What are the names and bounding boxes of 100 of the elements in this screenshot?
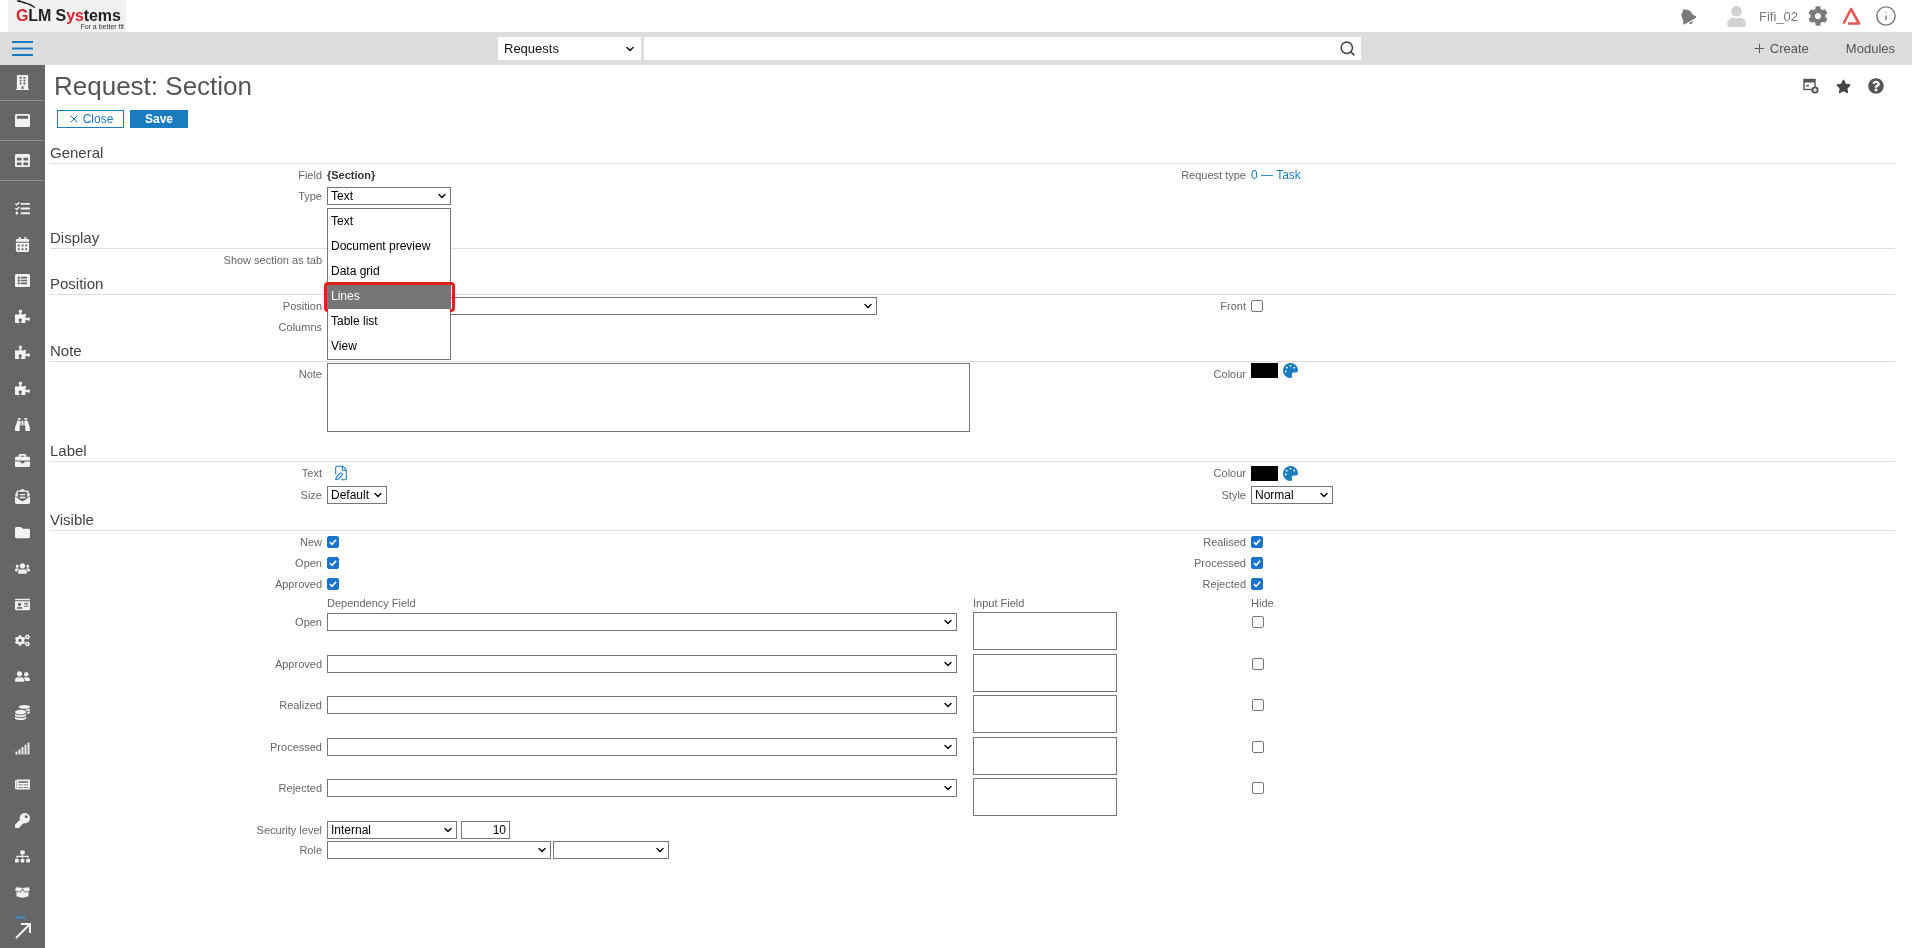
field-label: Note — [297, 368, 322, 380]
bar-chart-icon[interactable] — [15, 740, 30, 756]
logo-text: GLM Systems — [16, 8, 122, 23]
puzzle-icon[interactable] — [15, 380, 30, 396]
input-field[interactable] — [973, 653, 1117, 692]
field-label: Size — [299, 489, 322, 501]
dependency-select[interactable] — [327, 654, 957, 673]
puzzle-icon[interactable] — [15, 308, 30, 324]
input-field[interactable] — [973, 612, 1117, 650]
info-icon[interactable] — [1875, 5, 1897, 27]
star-icon[interactable] — [1836, 78, 1851, 94]
module-select[interactable]: Requests — [498, 37, 641, 60]
field-label: Style — [1220, 489, 1246, 501]
section-heading: Label — [50, 441, 1895, 462]
field-label: Field — [297, 168, 322, 181]
checkbox[interactable] — [1251, 577, 1263, 590]
field-label: Open — [294, 615, 322, 630]
envelope-icon[interactable] — [15, 488, 30, 504]
dependency-select[interactable] — [327, 779, 957, 797]
security-level-select[interactable]: Internal — [327, 820, 457, 839]
save-button[interactable]: Save — [130, 110, 188, 128]
palette-icon[interactable] — [1283, 465, 1298, 481]
calendar-icon[interactable] — [15, 236, 30, 252]
column-header: Dependency Field — [327, 597, 417, 609]
field-label: Show section as tab — [222, 253, 322, 266]
gears-icon[interactable] — [15, 632, 30, 648]
triangle-logo-icon[interactable] — [1841, 7, 1861, 25]
briefcase-icon[interactable] — [15, 452, 30, 468]
checkbox[interactable] — [1252, 616, 1264, 628]
column-header: Hide — [1251, 597, 1275, 609]
field-label: Colour — [1212, 368, 1246, 380]
search-icon[interactable] — [1339, 40, 1356, 57]
box-icon[interactable] — [15, 884, 30, 900]
checkbox[interactable] — [1252, 740, 1264, 753]
list-icon[interactable] — [15, 272, 30, 288]
checkbox[interactable] — [1251, 535, 1263, 548]
checkbox[interactable] — [327, 535, 339, 548]
size-select[interactable]: Default — [327, 486, 388, 504]
dependency-select[interactable] — [327, 613, 957, 631]
field-label: Type — [297, 189, 322, 202]
request-type-link[interactable]: 0 — Task — [1251, 167, 1301, 182]
field-label: Text — [300, 467, 322, 479]
hierarchy-icon[interactable] — [15, 848, 30, 864]
checkbox[interactable] — [327, 577, 339, 590]
dependency-select[interactable] — [327, 737, 957, 756]
role-select[interactable] — [327, 840, 551, 859]
checkbox[interactable] — [1251, 556, 1263, 569]
field-label: Realized — [278, 698, 322, 713]
style-select[interactable]: Normal — [1251, 486, 1333, 504]
checklist-icon[interactable] — [15, 200, 30, 216]
puzzle-icon[interactable] — [15, 344, 30, 360]
field-label: Approved — [273, 577, 322, 590]
role-select[interactable] — [553, 840, 669, 859]
note-textarea[interactable] — [327, 363, 970, 432]
checkbox[interactable] — [1252, 657, 1264, 670]
dependency-select[interactable] — [327, 696, 957, 714]
field-label: Position — [281, 299, 322, 312]
checkbox[interactable] — [1251, 299, 1263, 312]
palette-icon[interactable] — [1283, 363, 1298, 378]
column-header: Input Field — [973, 597, 1026, 609]
input-field[interactable] — [973, 695, 1117, 733]
modules-button[interactable]: Modules — [1845, 41, 1895, 56]
field-label: New — [299, 535, 322, 548]
document-edit-icon[interactable] — [333, 465, 349, 481]
section-heading: Visible — [50, 510, 1895, 531]
swatch-icon[interactable] — [1251, 363, 1278, 378]
type-select[interactable]: Text — [327, 186, 451, 205]
field-label: Columns — [277, 320, 322, 333]
field-label: Rejected — [1201, 577, 1246, 590]
binoculars-icon[interactable] — [15, 416, 30, 432]
menu-icon[interactable] — [12, 41, 33, 56]
number-field[interactable]: 10 — [461, 820, 510, 839]
checkbox[interactable] — [1252, 782, 1264, 794]
swatch-icon[interactable] — [1251, 465, 1278, 481]
close-button[interactable]: Close — [57, 110, 124, 128]
input-field[interactable] — [973, 736, 1117, 775]
field-label: Realised — [1202, 535, 1246, 548]
field-label: Security level — [255, 823, 322, 836]
people-icon[interactable] — [15, 668, 30, 684]
field-value: {Section} — [327, 168, 376, 181]
input-field[interactable] — [973, 778, 1117, 816]
page-title: Request: Section — [54, 71, 252, 101]
folder-icon[interactable] — [15, 524, 30, 540]
users-icon[interactable] — [15, 560, 30, 576]
field-label: Processed — [1193, 556, 1246, 569]
help-icon[interactable] — [1868, 78, 1884, 94]
id-card-icon[interactable] — [15, 596, 30, 612]
building-icon[interactable] — [15, 75, 30, 90]
create-button[interactable]: Create — [1751, 41, 1809, 56]
user-name[interactable]: Fifi_02 — [1758, 8, 1798, 24]
key-icon[interactable] — [15, 812, 30, 828]
checkbox[interactable] — [1252, 699, 1264, 711]
settings-icon[interactable] — [1808, 6, 1828, 26]
window-add-icon[interactable] — [1803, 78, 1819, 94]
window-icon[interactable] — [15, 113, 30, 128]
checkbox[interactable] — [327, 556, 339, 569]
coins-icon[interactable] — [15, 704, 30, 720]
search-field[interactable] — [644, 37, 1361, 60]
plus-icon — [1751, 41, 1767, 56]
table-icon[interactable] — [15, 153, 30, 168]
